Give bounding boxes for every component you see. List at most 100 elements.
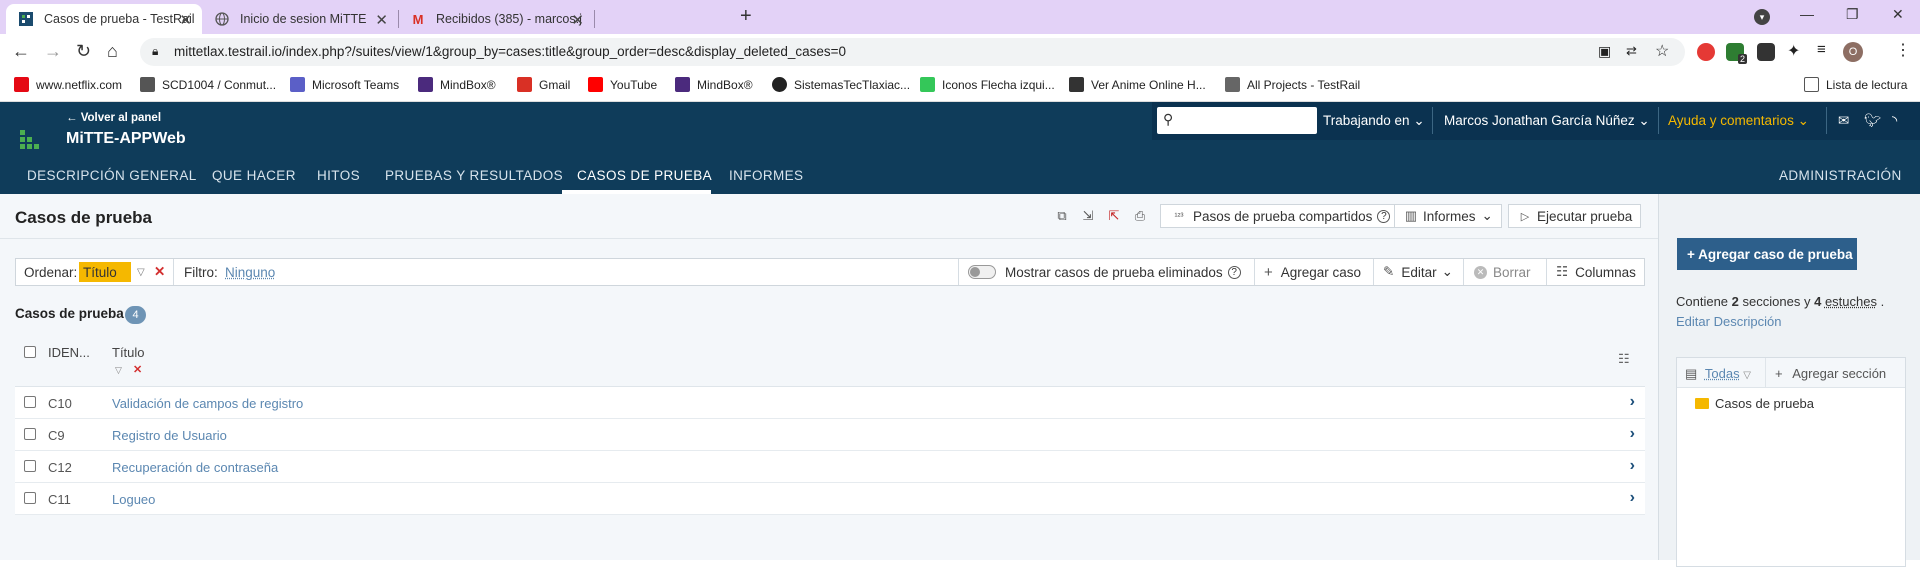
sort-field-select[interactable]: Título [79, 262, 131, 282]
chevron-right-icon[interactable]: › [1630, 489, 1635, 507]
bookmark-mindbox-2[interactable]: MindBox® [675, 77, 753, 92]
twitter-icon[interactable]: 🐦︎ [1864, 113, 1881, 129]
case-title-link[interactable]: Validación de campos de registro [112, 396, 303, 411]
clear-sort-icon[interactable]: ✕ [133, 363, 142, 376]
browser-tab-gmail[interactable]: M Recibidos (385) - marcos.joni08@ ✕ [398, 4, 594, 34]
back-to-dashboard-link[interactable]: ← Volver al panel [66, 112, 161, 124]
tab-administration[interactable]: ADMINISTRACIÓN [1779, 168, 1902, 183]
edit-dropdown-button[interactable]: ✎ Editar ⌄ [1383, 259, 1453, 285]
sort-direction-icon[interactable]: ▽ [137, 259, 145, 285]
bookmark-scd1004[interactable]: SCD1004 / Conmut... [140, 77, 276, 92]
forward-arrow-icon[interactable]: → [44, 41, 62, 61]
bookmark-iconos[interactable]: Iconos Flecha izqui... [920, 77, 1055, 92]
close-tab-icon[interactable]: ✕ [179, 11, 192, 29]
bookmark-teams[interactable]: Microsoft Teams [290, 77, 399, 92]
column-settings-icon[interactable]: ☷ [1618, 351, 1630, 367]
tree-item-root[interactable]: Casos de prueba [1695, 396, 1814, 411]
bookmark-youtube[interactable]: YouTube [588, 77, 657, 92]
add-case-button[interactable]: + Agregar caso [1264, 259, 1361, 285]
address-bar[interactable]: 🔒︎ mittetlax.testrail.io/index.php?/suit… [140, 38, 1685, 66]
extension-dark-icon[interactable] [1757, 43, 1775, 61]
home-icon[interactable]: ⌂ [107, 41, 118, 61]
select-all-checkbox[interactable] [24, 346, 36, 358]
section-tree-panel: ▤ Todas ▽ + Agregar sección Casos de pru… [1676, 357, 1906, 567]
reports-dropdown-button[interactable]: ▥ Informes ⌄ [1394, 204, 1502, 228]
bookmark-all-projects[interactable]: All Projects - TestRail [1225, 77, 1360, 92]
bookmark-anime[interactable]: Ver Anime Online H... [1069, 77, 1206, 92]
row-checkbox[interactable] [24, 460, 36, 472]
user-menu-dropdown[interactable]: Marcos Jonathan García Núñez ⌄ [1444, 113, 1650, 129]
reading-list[interactable]: Lista de lectura [1804, 77, 1907, 92]
table-row[interactable]: C11 Logueo › [15, 483, 1645, 515]
edit-description-link[interactable]: Editar Descripción [1676, 314, 1782, 329]
column-header-id[interactable]: IDEN... [48, 345, 90, 360]
tab-search-icon[interactable]: ▾ [1754, 9, 1770, 25]
delete-button[interactable]: ✕ Borrar [1474, 259, 1531, 285]
case-title-link[interactable]: Recuperación de contraseña [112, 460, 278, 475]
new-tab-button[interactable]: + [740, 5, 752, 28]
rss-icon[interactable]: ◝ [1892, 113, 1897, 129]
print-icon[interactable]: ⎙ [1132, 208, 1148, 224]
tab-overview[interactable]: DESCRIPCIÓN GENERAL [27, 168, 197, 183]
table-row[interactable]: C9 Registro de Usuario › [15, 419, 1645, 451]
column-header-title[interactable]: Título [112, 345, 145, 360]
tab-todo[interactable]: QUE HACER [212, 168, 296, 183]
help-dropdown[interactable]: Ayuda y comentarios ⌄ [1668, 113, 1809, 129]
translate-icon[interactable]: ⇄ [1626, 43, 1637, 59]
tab-test-runs[interactable]: PRUEBAS Y RESULTADOS [385, 168, 563, 183]
gitlab-icon [140, 77, 155, 92]
chevron-right-icon[interactable]: › [1630, 425, 1635, 443]
chevron-right-icon[interactable]: › [1630, 457, 1635, 475]
show-deleted-toggle[interactable]: Mostrar casos de prueba eliminados ? [968, 259, 1241, 285]
media-control-icon[interactable]: ≡ [1817, 41, 1826, 58]
bookmark-mindbox[interactable]: MindBox® [418, 77, 496, 92]
run-test-button[interactable]: ▷ Ejecutar prueba [1508, 204, 1642, 228]
row-checkbox[interactable] [24, 396, 36, 408]
close-tab-icon[interactable]: ✕ [375, 11, 388, 29]
tab-milestones[interactable]: HITOS [317, 168, 360, 183]
filter-all-dropdown[interactable]: ▤ Todas ▽ [1685, 366, 1751, 382]
extensions-puzzle-icon[interactable]: ✦ [1787, 41, 1800, 61]
extension-badge: 2 [1738, 54, 1748, 64]
table-row[interactable]: C12 Recuperación de contraseña › [15, 451, 1645, 483]
chevron-right-icon[interactable]: › [1630, 393, 1635, 411]
import-icon[interactable]: ⇲ [1080, 208, 1096, 224]
case-title-link[interactable]: Registro de Usuario [112, 428, 227, 443]
minimize-icon[interactable]: — [1800, 6, 1814, 22]
close-window-icon[interactable]: ✕ [1892, 6, 1904, 23]
browser-tab-mitte[interactable]: Inicio de sesion MiTTE ✕ [202, 4, 398, 34]
close-tab-icon[interactable]: ✕ [571, 11, 584, 29]
add-section-button[interactable]: + Agregar sección [1775, 366, 1886, 381]
row-checkbox[interactable] [24, 428, 36, 440]
bookmark-gmail[interactable]: Gmail [517, 77, 570, 92]
table-row[interactable]: C10 Validación de campos de registro › [15, 387, 1645, 419]
profile-avatar[interactable]: O [1843, 42, 1863, 62]
browser-tab-testrail[interactable]: Casos de prueba - TestRail ✕ [6, 4, 202, 34]
filter-value-link[interactable]: Ninguno [225, 259, 275, 285]
extension-red-icon[interactable] [1697, 43, 1715, 61]
mail-icon[interactable]: ✉ [1838, 113, 1849, 129]
restore-icon[interactable]: ❐ [1846, 6, 1859, 23]
reload-icon[interactable]: ↻ [76, 41, 91, 61]
lock-icon: 🔒︎ [152, 44, 159, 58]
browser-menu-icon[interactable]: ⋮ [1895, 40, 1911, 60]
qr-code-icon[interactable]: ▣ [1598, 43, 1611, 60]
back-arrow-icon[interactable]: ← [12, 41, 30, 61]
row-checkbox[interactable] [24, 492, 36, 504]
export-icon[interactable]: ⇱ [1106, 208, 1122, 224]
columns-button[interactable]: ☷ Columnas [1556, 259, 1636, 285]
copy-icon[interactable]: ⧉ [1054, 208, 1070, 224]
clear-sort-icon[interactable]: ✕ [154, 259, 165, 285]
case-title-link[interactable]: Logueo [112, 492, 155, 507]
bookmark-netflix[interactable]: www.netflix.com [14, 77, 122, 92]
working-in-dropdown[interactable]: Trabajando en ⌄ [1323, 113, 1425, 129]
tab-reports[interactable]: INFORMES [729, 168, 803, 183]
sort-direction-icon[interactable]: ▽ [115, 365, 122, 376]
add-test-case-button[interactable]: + Agregar caso de prueba [1677, 238, 1857, 270]
tab-test-cases[interactable]: CASOS DE PRUEBA [577, 168, 712, 183]
bookmark-sistemas[interactable]: SistemasTecTlaxiac... [772, 77, 910, 92]
shared-steps-button[interactable]: ¹²³ Pasos de prueba compartidos ? [1160, 204, 1400, 228]
bookmark-star-icon[interactable]: ☆ [1655, 41, 1669, 61]
search-input[interactable]: ⚲ [1157, 107, 1317, 134]
pencil-icon: ✎ [1383, 264, 1395, 279]
